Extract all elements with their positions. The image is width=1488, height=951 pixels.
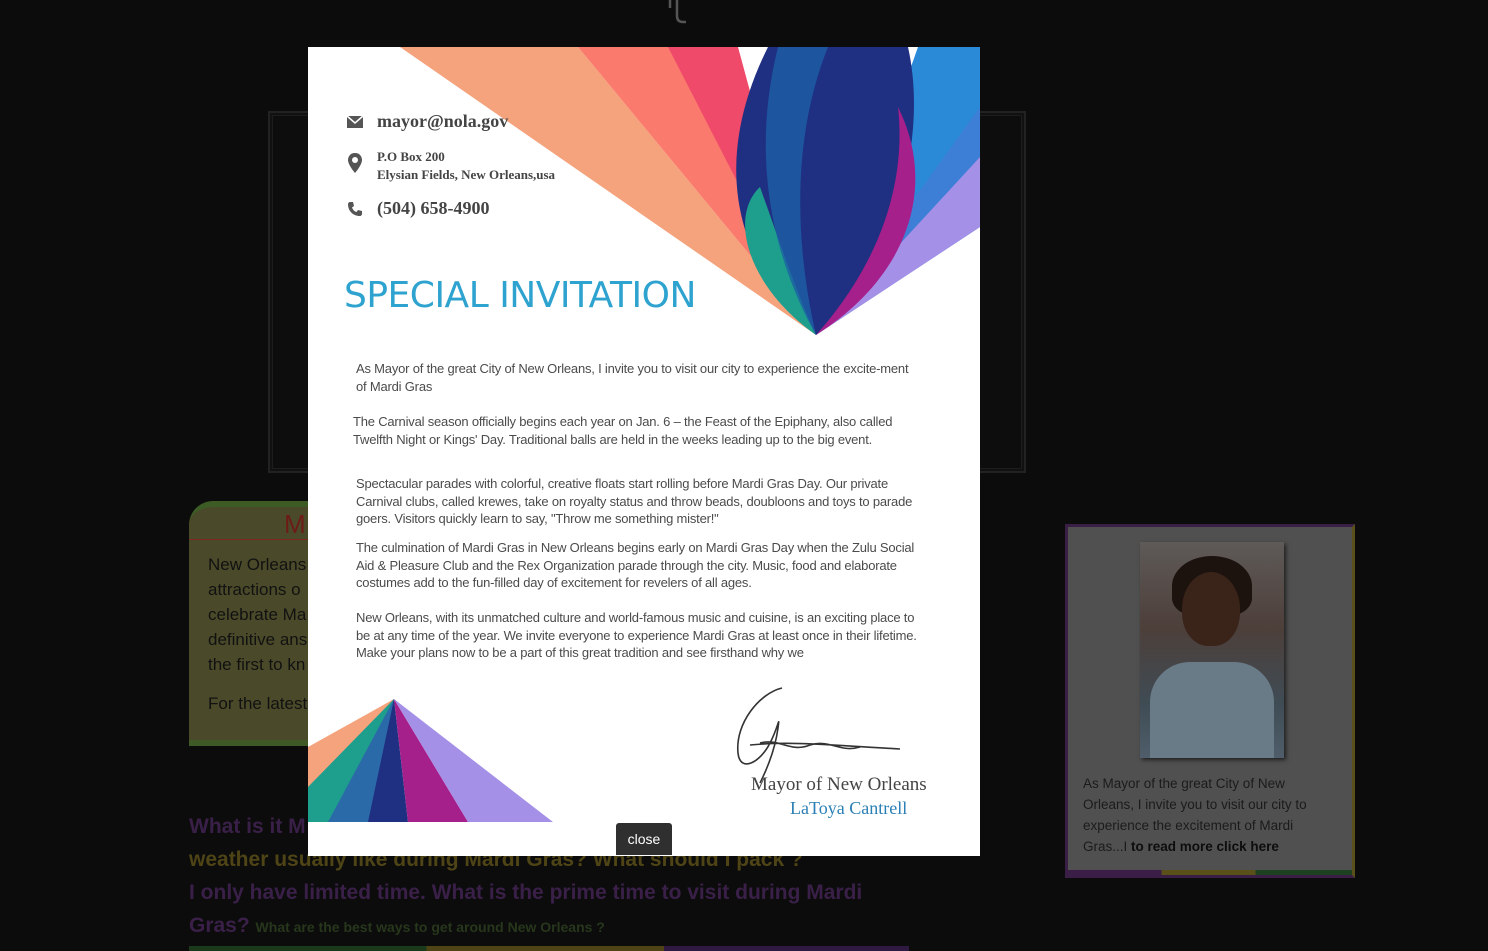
mayor-card: As Mayor of the great City of New Orlean… bbox=[1065, 524, 1355, 878]
info-line: the first to kn bbox=[208, 655, 306, 674]
info-line: attractions o bbox=[208, 580, 301, 599]
email-text: mayor@nola.gov bbox=[377, 111, 509, 131]
invitation-paragraph: The culmination of Mardi Gras in New Orl… bbox=[356, 540, 915, 590]
invitation-paragraph: Spectacular parades with colorful, creat… bbox=[356, 476, 913, 526]
read-more-link[interactable]: to read more click here bbox=[1131, 839, 1279, 854]
signature-name: LaToya Cantrell bbox=[790, 798, 908, 818]
decorative-petals-bottom bbox=[308, 699, 553, 822]
faq-link-what-is[interactable]: What is it M bbox=[189, 815, 306, 838]
invitation-paragraph: The Carnival season officially begins ea… bbox=[353, 414, 893, 447]
info-line: celebrate Ma bbox=[208, 605, 307, 624]
invitation-image: mayor@nola.gov P.O Box 200 Elysian Field… bbox=[308, 47, 980, 822]
contact-address: P.O Box 200 Elysian Fields, New Orleans,… bbox=[345, 148, 555, 184]
tricolor-divider bbox=[189, 946, 909, 951]
invitation-title: SPECIAL INVITATION bbox=[344, 275, 696, 316]
close-button[interactable]: close bbox=[616, 823, 672, 855]
info-line: New Orleans bbox=[208, 555, 307, 574]
invitation-paragraph: New Orleans, with its unmatched culture … bbox=[356, 610, 917, 660]
phone-icon bbox=[348, 202, 362, 216]
contact-phone: (504) 658-4900 bbox=[345, 198, 489, 219]
info-card-title: M bbox=[284, 509, 306, 539]
address-text: P.O Box 200 Elysian Fields, New Orleans,… bbox=[377, 148, 555, 184]
mayor-blurb: As Mayor of the great City of New Orlean… bbox=[1083, 773, 1333, 857]
faq-link-get-around[interactable]: What are the best ways to get around New… bbox=[256, 919, 605, 935]
photo-face bbox=[1182, 572, 1240, 646]
mayor-photo[interactable] bbox=[1140, 542, 1284, 758]
phone-text: (504) 658-4900 bbox=[377, 198, 490, 218]
invitation-paragraph: As Mayor of the great City of New Orlean… bbox=[356, 361, 909, 394]
tricolor-bar bbox=[1068, 870, 1352, 875]
invitation-lightbox: mayor@nola.gov P.O Box 200 Elysian Field… bbox=[308, 47, 980, 856]
hook-icon bbox=[668, 0, 686, 24]
info-line: definitive ans bbox=[208, 630, 308, 649]
signature-role: Mayor of New Orleans bbox=[751, 774, 927, 795]
contact-email: mayor@nola.gov bbox=[345, 111, 508, 132]
address-line-2: Elysian Fields, New Orleans,usa bbox=[377, 167, 556, 182]
photo-jacket bbox=[1150, 662, 1274, 758]
map-pin-icon bbox=[348, 153, 362, 173]
envelope-icon bbox=[346, 115, 364, 128]
address-line-1: P.O Box 200 bbox=[377, 149, 445, 164]
